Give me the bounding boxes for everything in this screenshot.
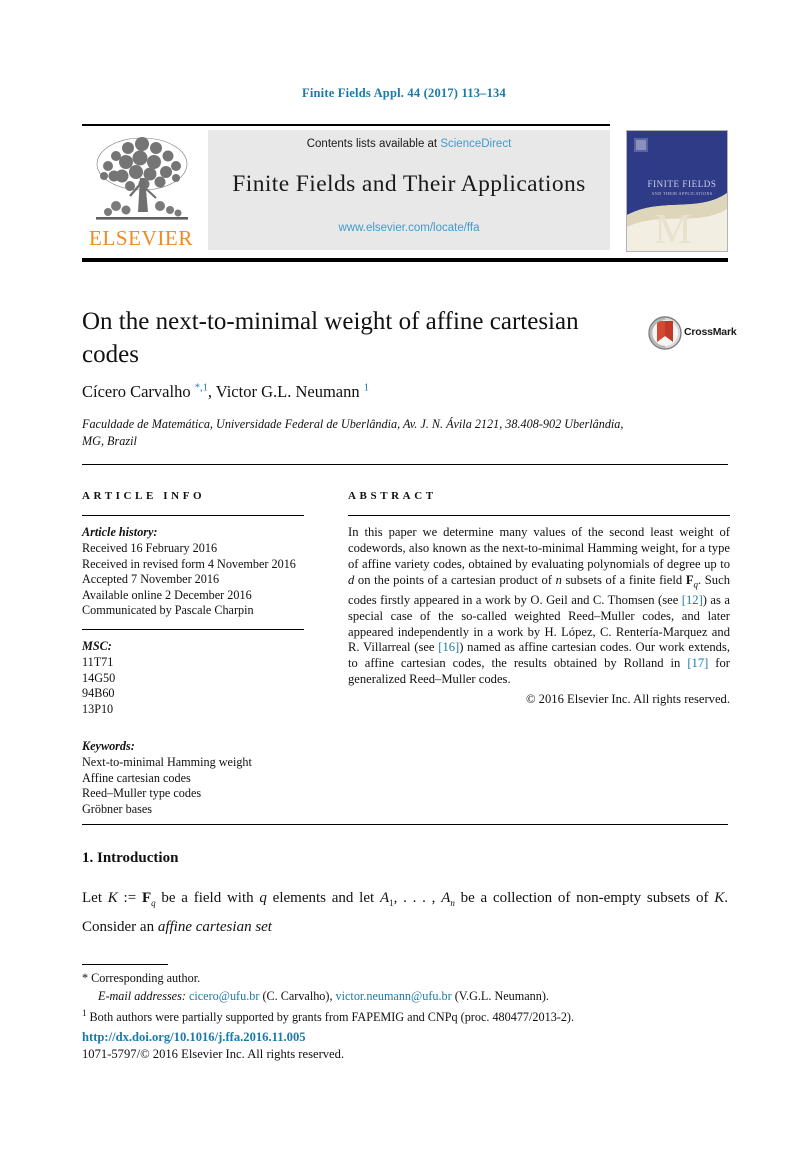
article-history: Article history: Received 16 February 20… [82,525,304,619]
journal-title: Finite Fields and Their Applications [232,171,586,197]
abstract-rule [348,515,730,517]
abstract-body: In this paper we determine many values o… [348,525,731,687]
msc-block: MSC: 11T71 14G50 94B60 13P10 [82,639,304,717]
email-owner-2: (V.G.L. Neumann). [454,988,549,1003]
abstract-heading: ABSTRACT [348,490,437,502]
sciencedirect-link[interactable]: ScienceDirect [440,138,511,150]
footnotes: * Corresponding author. E-mail addresses… [82,970,728,1027]
page-title: On the next-to-minimal weight of affine … [82,308,579,368]
journal-masthead: ELSEVIER Contents lists available at Sci… [82,126,728,254]
article-info-heading: ARTICLE INFO [82,490,206,502]
email-link-1[interactable]: cicero@ufu.br [189,989,259,1003]
introduction-body: Let K := Fq be a field with q elements a… [82,890,729,935]
keyword-0: Next-to-minimal Hamming weight [82,754,252,769]
running-head: Finite Fields Appl. 44 (2017) 113–134 [302,86,506,100]
elsevier-logo: ELSEVIER [82,130,200,252]
issn-copyright-line: 1071-5797/© 2016 Elsevier Inc. All right… [82,1047,345,1061]
affiliation-rule [82,464,728,466]
abstract-copyright: © 2016 Elsevier Inc. All rights reserved… [525,691,730,706]
keyword-3: Gröbner bases [82,801,153,816]
msc-item-1: 14G50 [82,670,116,685]
abstract-bottom-rule [82,824,728,826]
footnote-funding: 1 Both authors were partially supported … [82,1005,728,1027]
article-info-column: ARTICLE INFO Article history: Received 1… [82,490,304,817]
history-item-1: Received in revised form 4 November 2016 [82,556,296,571]
svg-text:FINITE FIELDS: FINITE FIELDS [647,179,716,189]
history-item-4: Communicated by Pascale Charpin [82,603,254,618]
keyword-1: Affine cartesian codes [82,770,191,785]
email-link-2[interactable]: victor.neumann@ufu.br [336,989,452,1003]
crossmark-label: CrossMark [684,326,737,338]
elsevier-tree-icon [86,130,198,226]
doi-link[interactable]: http://dx.doi.org/10.1016/j.ffa.2016.11.… [82,1030,306,1045]
contents-prefix: Contents lists available at [306,138,441,150]
svg-text:M: M [654,207,691,251]
contents-available-line: Contents lists available at ScienceDirec… [208,138,610,150]
svg-text:AND THEIR APPLICATIONS: AND THEIR APPLICATIONS [651,191,713,196]
masthead-bottom-rule [82,258,728,262]
email-owner-1: (C. Carvalho), [262,988,333,1003]
history-item-0: Received 16 February 2016 [82,540,218,555]
author-list: Cícero Carvalho *,1, Victor G.L. Neumann… [82,382,369,401]
footnote-emails: E-mail addresses: cicero@ufu.br (C. Carv… [82,988,728,1006]
funding-text: Both authors were partially supported by… [89,1010,575,1025]
journal-cover-thumbnail: FINITE FIELDS AND THEIR APPLICATIONS M [626,130,728,252]
crossmark-icon [648,316,682,350]
article-info-rule [82,515,304,517]
history-item-2: Accepted 7 November 2016 [82,572,220,587]
article-history-label: Article history: [82,525,158,540]
keyword-2: Reed–Muller type codes [82,786,202,801]
footnote-rule [82,964,168,966]
corresponding-text: Corresponding author. [91,971,201,985]
meta-spacer [82,717,304,730]
footnote-corresponding: * Corresponding author. [82,970,728,988]
msc-item-0: 11T71 [82,654,114,669]
article-info-rule-2 [82,628,304,631]
crossmark-badge[interactable]: CrossMark [648,316,737,350]
keywords-label: Keywords: [82,739,135,754]
msc-item-2: 94B60 [82,686,115,701]
affiliation: Faculdade de Matemática, Universidade Fe… [82,417,624,448]
introduction-heading: 1. Introduction [82,850,179,866]
history-item-3: Available online 2 December 2016 [82,587,252,602]
funding-marker: 1 [82,1008,87,1018]
corresponding-marker: * [82,971,89,985]
abstract-column: ABSTRACT In this paper we determine many… [348,490,730,707]
paper-page: Finite Fields Appl. 44 (2017) 113–134 EL… [0,0,808,1162]
keywords-block: Keywords: Next-to-minimal Hamming weight… [82,739,304,817]
journal-band: Contents lists available at ScienceDirec… [208,130,610,250]
elsevier-wordmark: ELSEVIER [89,226,193,250]
journal-url-link[interactable]: www.elsevier.com/locate/ffa [208,222,610,234]
msc-label: MSC: [82,639,112,654]
msc-item-3: 13P10 [82,701,114,716]
email-addresses-label: E-mail addresses: [98,988,186,1003]
